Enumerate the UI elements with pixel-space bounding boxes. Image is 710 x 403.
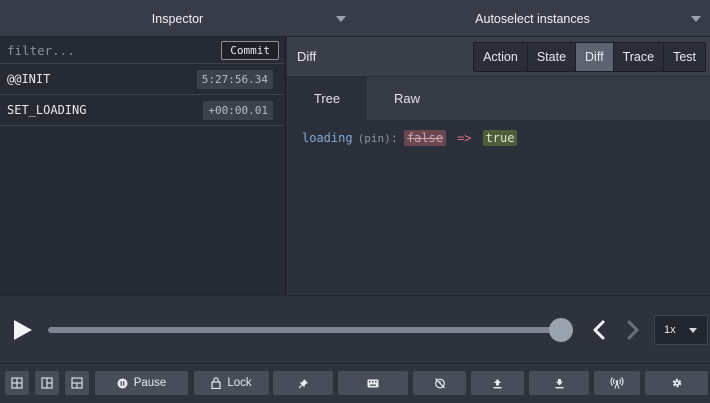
instances-select-label: Autoselect instances (475, 11, 590, 26)
keyboard-button[interactable] (338, 371, 408, 395)
broadcast-icon (610, 377, 624, 389)
diff-separator: : (390, 131, 398, 145)
speed-value: 1x (664, 324, 676, 336)
diff-pin-label[interactable]: (pin) (358, 132, 391, 145)
keyboard-icon (367, 379, 379, 387)
commit-button[interactable]: Commit (221, 40, 279, 60)
upload-icon (493, 378, 502, 388)
lock-button[interactable]: Lock (194, 371, 269, 395)
lock-label: Lock (227, 377, 252, 389)
action-item-set-loading[interactable]: SET_LOADING +00:00.01 (0, 95, 285, 126)
action-time-badge: +00:00.01 (203, 100, 273, 120)
tab-state[interactable]: State (527, 43, 577, 71)
monitor-panel: Diff Action State Diff Trace Test Tree R… (287, 37, 710, 295)
inspector-select-label: Inspector (151, 11, 204, 26)
filter-input[interactable] (7, 42, 222, 58)
import-button[interactable] (529, 371, 589, 395)
pause-icon (117, 378, 128, 388)
layout-right-button[interactable] (35, 371, 59, 395)
chevron-left-icon[interactable] (592, 320, 606, 340)
inspector-select[interactable]: Inspector (0, 0, 355, 37)
pause-label: Pause (133, 377, 167, 389)
monitor-title: Diff (297, 49, 317, 64)
pin-button[interactable] (273, 371, 333, 395)
tab-tree[interactable]: Tree (287, 77, 367, 120)
action-item-init[interactable]: @@INIT 5:27:56.34 (0, 64, 285, 95)
action-name: @@INIT (7, 72, 51, 86)
bottom-toolbar: Pause Lock (0, 363, 710, 403)
diff-new-value: true (482, 130, 518, 146)
speed-select[interactable]: 1x (654, 315, 708, 345)
mode-tabs: Action State Diff Trace Test (473, 42, 706, 72)
action-list-panel: Commit @@INIT 5:27:56.34 SET_LOADING +00… (0, 37, 286, 295)
monitor-header: Diff Action State Diff Trace Test (287, 37, 710, 77)
layout-right-icon (41, 377, 53, 389)
instances-select[interactable]: Autoselect instances (355, 0, 710, 37)
action-name: SET_LOADING (7, 103, 87, 117)
download-icon (555, 378, 563, 388)
filter-row: Commit (0, 37, 285, 64)
tab-trace[interactable]: Trace (613, 43, 665, 71)
chevron-down-icon (689, 328, 697, 333)
chevron-down-icon (691, 16, 701, 22)
chevron-down-icon (336, 16, 346, 22)
timeline-track[interactable] (48, 327, 563, 333)
gear-icon (672, 378, 681, 388)
playback-bar: 1x (0, 295, 710, 363)
timeline-thumb[interactable] (549, 318, 573, 342)
tab-test[interactable]: Test (664, 43, 705, 71)
diff-entry: loading (pin) : false => true (287, 120, 710, 146)
diff-key[interactable]: loading (302, 131, 353, 145)
chevron-right-icon[interactable] (626, 320, 640, 340)
tab-diff[interactable]: Diff (576, 43, 614, 71)
action-time-badge: 5:27:56.34 (196, 69, 273, 89)
diff-old-value: false (403, 130, 447, 146)
layout-bottom-button[interactable] (65, 371, 89, 395)
remote-button[interactable] (594, 371, 640, 395)
tab-action[interactable]: Action (474, 43, 528, 71)
pause-button[interactable]: Pause (95, 371, 188, 395)
settings-button[interactable] (645, 371, 708, 395)
top-bar: Inspector Autoselect instances (0, 0, 710, 37)
layout-left-icon (11, 377, 23, 389)
timer-off-icon (434, 378, 445, 389)
export-button[interactable] (471, 371, 524, 395)
diff-arrow: => (457, 131, 472, 145)
play-icon[interactable] (14, 320, 32, 340)
lock-icon (211, 377, 221, 389)
pin-icon (298, 378, 308, 388)
layout-bottom-icon (71, 377, 83, 389)
layout-left-button[interactable] (5, 371, 29, 395)
view-tabs: Tree Raw (287, 77, 710, 120)
persist-off-button[interactable] (413, 371, 466, 395)
tab-raw[interactable]: Raw (367, 77, 447, 120)
